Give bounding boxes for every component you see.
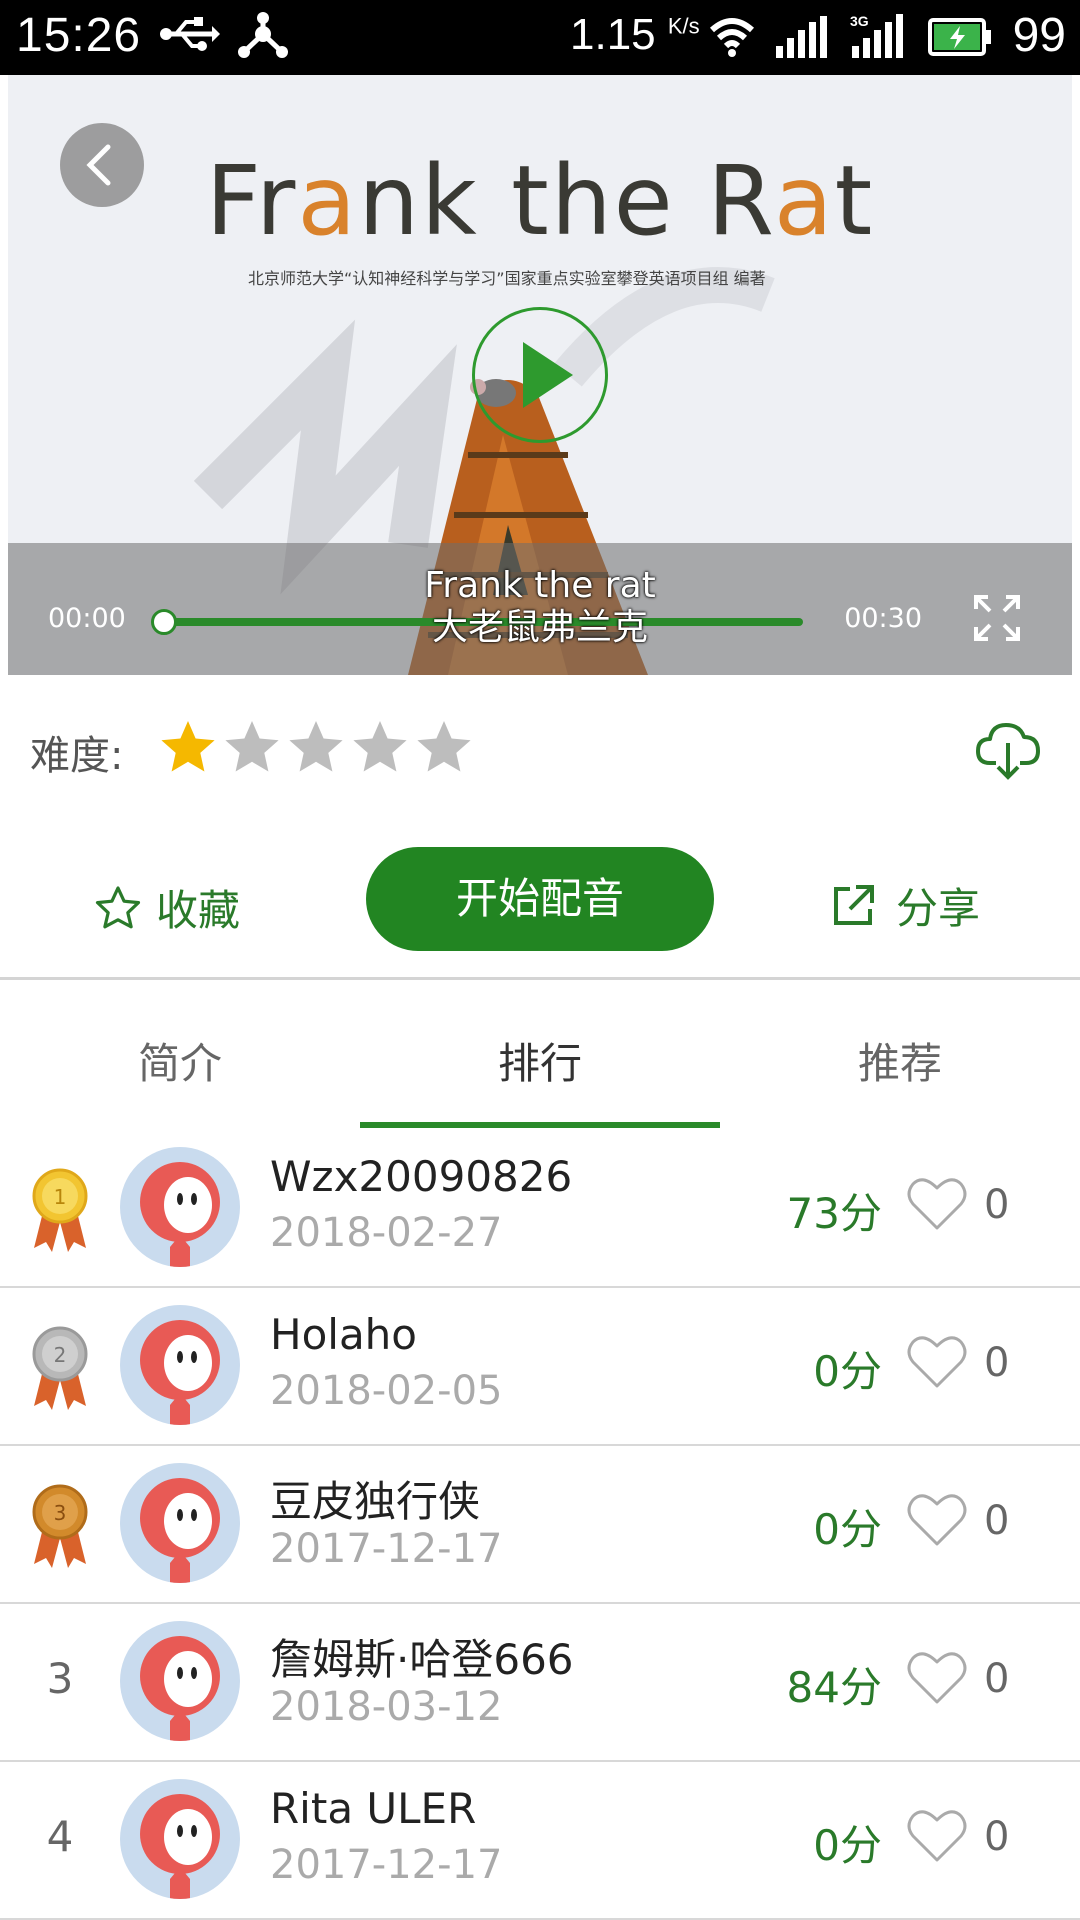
difficulty-label: 难度: — [30, 733, 124, 779]
status-time: 15:26 — [16, 9, 142, 62]
usb-icon — [158, 14, 222, 58]
tab-indicator — [360, 1122, 720, 1128]
chevron-left-icon — [86, 144, 111, 186]
tab-intro[interactable]: 简介 — [0, 1030, 360, 1091]
wifi-icon — [708, 16, 756, 62]
silver-medal-icon: 2 — [28, 1320, 92, 1416]
username: 詹姆斯·哈登666 — [270, 1635, 574, 1684]
3g-signal-icon: 3G — [850, 12, 906, 62]
avatar[interactable] — [120, 1147, 240, 1267]
svg-text:3: 3 — [54, 1501, 67, 1525]
difficulty-row: 难度: — [0, 675, 1080, 825]
avatar[interactable] — [120, 1463, 240, 1583]
svg-text:3G: 3G — [850, 13, 869, 29]
net-speed: 1.15 K/s — [570, 10, 700, 59]
avatar[interactable] — [120, 1621, 240, 1741]
video-player[interactable]: Frank the Rat 北京师范大学“认知神经科学与学习”国家重点实验室攀登… — [8, 75, 1072, 675]
ranking-row[interactable]: 4 Rita ULER 2017-12-17 0分 0 — [0, 1762, 1080, 1920]
star-empty-icon — [417, 721, 471, 772]
star-empty-icon — [289, 721, 343, 772]
favorite-button[interactable]: 收藏 — [94, 877, 240, 938]
date: 2017-12-17 — [270, 1842, 503, 1888]
heart-icon[interactable] — [905, 1330, 969, 1398]
score: 0分 — [813, 1347, 882, 1396]
ranking-row[interactable]: 3 詹姆斯·哈登666 2018-03-12 84分 0 — [0, 1604, 1080, 1762]
username: Wzx20090826 — [270, 1152, 573, 1201]
rank-number: 3 — [46, 1654, 74, 1703]
avatar[interactable] — [120, 1779, 240, 1899]
action-row: 收藏 开始配音 分享 — [0, 825, 1080, 980]
date: 2018-02-27 — [270, 1210, 503, 1256]
video-title: Frank the Rat — [205, 145, 875, 257]
play-icon — [523, 342, 573, 408]
caption-en: Frank the rat — [424, 565, 656, 606]
like-count: 0 — [984, 1340, 1010, 1386]
rank-number: 4 — [46, 1812, 74, 1861]
ranking-row[interactable]: 1 Wzx20090826 2018-02-27 73分 0 — [0, 1130, 1080, 1288]
star-filled-icon — [161, 721, 215, 772]
start-dubbing-button[interactable]: 开始配音 — [366, 847, 714, 951]
username: 豆皮独行侠 — [270, 1477, 481, 1526]
play-button[interactable] — [472, 307, 608, 443]
star-outline-icon — [95, 885, 141, 928]
battery-charging-icon — [928, 18, 992, 60]
date: 2017-12-17 — [270, 1526, 503, 1572]
ranking-row[interactable]: 2 Holaho 2018-02-05 0分 0 — [0, 1288, 1080, 1446]
share-external-icon — [834, 884, 874, 925]
video-credit: 北京师范大学“认知神经科学与学习”国家重点实验室攀登英语项目组 编著 — [248, 269, 766, 288]
score: 0分 — [813, 1505, 882, 1554]
star-empty-icon — [353, 721, 407, 772]
date: 2018-03-12 — [270, 1684, 503, 1730]
back-button[interactable] — [60, 123, 144, 207]
svg-text:2: 2 — [54, 1343, 67, 1367]
ranking-list: 1 Wzx20090826 2018-02-27 73分 0 2 Holaho … — [0, 1130, 1080, 1920]
date: 2018-02-05 — [270, 1368, 503, 1414]
svg-text:1: 1 — [54, 1185, 67, 1209]
subtitle-caption: Frank the rat 大老鼠弗兰克 — [8, 565, 1072, 649]
score: 73分 — [786, 1189, 882, 1238]
share-network-icon — [238, 12, 288, 64]
bronze-medal-icon: 3 — [28, 1478, 92, 1574]
share-button[interactable]: 分享 — [830, 875, 980, 936]
heart-icon[interactable] — [905, 1804, 969, 1872]
score: 0分 — [813, 1821, 882, 1870]
download-cloud-icon[interactable] — [974, 715, 1044, 789]
signal-icon — [776, 16, 830, 62]
heart-icon[interactable] — [905, 1488, 969, 1556]
status-bar: 15:26 1.15 K/s 3G 99 — [0, 0, 1080, 75]
like-count: 0 — [984, 1656, 1010, 1702]
username: Rita ULER — [270, 1784, 477, 1833]
username: Holaho — [270, 1310, 417, 1359]
caption-cn: 大老鼠弗兰克 — [431, 607, 648, 648]
difficulty-stars — [158, 717, 474, 777]
like-count: 0 — [984, 1182, 1010, 1228]
gold-medal-icon: 1 — [28, 1162, 92, 1258]
tab-ranking[interactable]: 排行 — [360, 1030, 720, 1091]
like-count: 0 — [984, 1498, 1010, 1544]
heart-icon[interactable] — [905, 1172, 969, 1240]
like-count: 0 — [984, 1814, 1010, 1860]
tab-bar: 简介 排行 推荐 — [0, 980, 1080, 1130]
star-empty-icon — [225, 721, 279, 772]
score: 84分 — [786, 1663, 882, 1712]
avatar[interactable] — [120, 1305, 240, 1425]
share-label: 分享 — [896, 884, 981, 933]
tab-recommend[interactable]: 推荐 — [720, 1030, 1080, 1091]
battery-percent: 99 — [1012, 9, 1066, 62]
ranking-row[interactable]: 3 豆皮独行侠 2017-12-17 0分 0 — [0, 1446, 1080, 1604]
heart-icon[interactable] — [905, 1646, 969, 1714]
favorite-label: 收藏 — [156, 886, 241, 935]
